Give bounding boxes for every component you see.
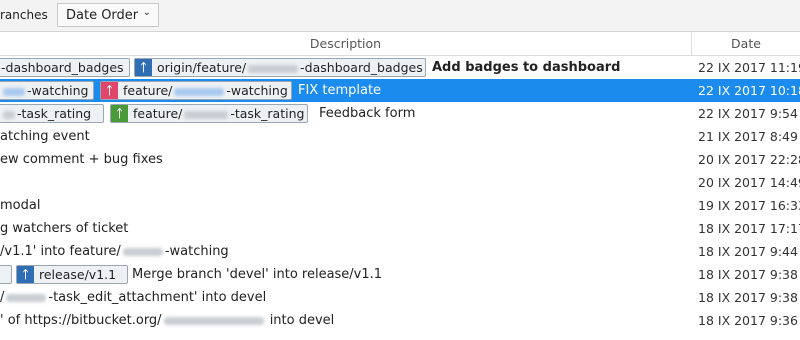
- column-header: Description Date: [0, 32, 800, 56]
- commit-date: 18 IX 2017 9:38: [698, 290, 798, 305]
- commit-row[interactable]: g watchers of ticket 18 IX 2017 17:17: [0, 217, 800, 240]
- commit-row[interactable]: ' of https://bitbucket.org/ into devel 1…: [0, 309, 800, 332]
- feature-branch-name: feature/ -watching: [123, 82, 288, 99]
- commit-row[interactable]: atching event 21 IX 2017 8:49: [0, 125, 800, 148]
- commit-row[interactable]: modal 19 IX 2017 16:33: [0, 194, 800, 217]
- redacted-text: [3, 87, 25, 96]
- commit-message: Feedback form: [319, 106, 416, 121]
- commit-list: -dashboard_badges ᛏ origin/feature/ -dash…: [0, 56, 800, 332]
- branch-prefix: origin/feature/: [157, 60, 247, 75]
- commit-message: atching event: [0, 129, 90, 144]
- message-part: ' of https://bitbucket.org/: [0, 313, 162, 328]
- message-part: into devel: [265, 313, 335, 328]
- branch-name: release/v1.1: [39, 267, 117, 282]
- branch-name: -watching: [1, 82, 88, 99]
- branch-icon: ᛏ: [101, 82, 118, 99]
- message-part: -watching: [164, 244, 229, 259]
- commit-message: ew comment + bug fixes: [0, 152, 163, 167]
- feature-branch-name: feature/ -task_rating: [133, 105, 304, 122]
- branch-name: -dashboard_badges: [1, 60, 124, 75]
- local-branch-tag[interactable]: -watching: [0, 81, 94, 100]
- commit-row[interactable]: / -task_edit_attachment' into devel 18 IX…: [0, 286, 800, 309]
- redacted-text: [3, 110, 15, 119]
- commit-date: 18 IX 2017 17:17: [698, 221, 800, 236]
- commit-row[interactable]: ᛏ release/v1.1 Merge branch 'devel' into…: [0, 263, 800, 286]
- local-branch-tag[interactable]: -task_rating: [0, 104, 104, 123]
- commit-row[interactable]: 20 IX 2017 14:49: [0, 171, 800, 194]
- commit-date: 22 IX 2017 11:19: [698, 60, 800, 75]
- remote-branch-icon: ᛏ: [135, 59, 152, 76]
- message-part: /v1.1' into feature/: [0, 244, 121, 259]
- redacted-text: [174, 87, 225, 96]
- description-column-header[interactable]: Description: [0, 36, 691, 51]
- commit-row[interactable]: ew comment + bug fixes 20 IX 2017 22:28: [0, 148, 800, 171]
- commit-message: g watchers of ticket: [0, 221, 129, 236]
- branches-label[interactable]: ranches: [0, 8, 48, 22]
- commit-message: Add badges to dashboard: [432, 60, 621, 75]
- message-part: /: [0, 290, 5, 305]
- branch-suffix: -task_rating: [17, 106, 92, 121]
- branch-name: -task_rating: [1, 105, 91, 122]
- branch-suffix: -task_rating: [230, 106, 305, 121]
- toolbar: ranches Date Order ⌄: [0, 0, 800, 32]
- redacted-text: [163, 316, 264, 325]
- sort-order-dropdown[interactable]: Date Order ⌄: [57, 3, 159, 27]
- commit-message: ' of https://bitbucket.org/ into devel: [0, 309, 334, 332]
- redacted-text: [6, 293, 47, 302]
- local-branch-tag[interactable]: [0, 265, 12, 284]
- release-branch-tag[interactable]: ᛏ release/v1.1: [16, 265, 128, 284]
- feature-branch-tag[interactable]: ᛏ feature/ -task_rating: [110, 104, 308, 123]
- commit-date: 22 IX 2017 9:54: [698, 106, 798, 121]
- date-column-header[interactable]: Date: [692, 36, 800, 51]
- commit-date: 18 IX 2017 9:38: [698, 267, 798, 282]
- feature-branch-tag[interactable]: ᛏ feature/ -watching: [100, 81, 292, 100]
- commit-message: /v1.1' into feature/ -watching: [0, 240, 229, 263]
- redacted-text: [122, 247, 163, 256]
- branch-suffix: -dashboard_badges: [300, 60, 423, 75]
- sort-order-value: Date Order: [66, 7, 139, 23]
- branch-icon: ᛏ: [111, 105, 128, 122]
- commit-message: FIX template: [298, 83, 382, 98]
- commit-date: 18 IX 2017 9:36: [698, 313, 798, 328]
- branch-prefix: feature/: [133, 106, 183, 121]
- message-part: -task_edit_attachment' into devel: [48, 290, 267, 305]
- commit-date: 21 IX 2017 8:49: [698, 129, 798, 144]
- commit-date: 22 IX 2017 10:18: [698, 83, 800, 98]
- remote-branch-tag[interactable]: ᛏ origin/feature/ -dashboard_badges: [134, 58, 426, 77]
- commit-date: 19 IX 2017 16:33: [698, 198, 800, 213]
- commit-message: Merge branch 'devel' into release/v1.1: [132, 267, 383, 282]
- commit-date: 18 IX 2017 9:44: [698, 244, 798, 259]
- chevron-down-icon: ⌄: [142, 7, 151, 18]
- branch-suffix: -watching: [27, 83, 89, 98]
- commit-message: / -task_edit_attachment' into devel: [0, 286, 266, 309]
- commit-message: modal: [0, 198, 41, 213]
- remote-branch-name: origin/feature/ -dashboard_badges: [157, 59, 423, 76]
- redacted-text: [248, 64, 299, 73]
- commit-row[interactable]: -task_rating ᛏ feature/ -task_rating Feed…: [0, 102, 800, 125]
- commit-row[interactable]: -dashboard_badges ᛏ origin/feature/ -dash…: [0, 56, 800, 79]
- branch-prefix: feature/: [123, 83, 173, 98]
- branch-icon: ᛏ: [17, 266, 34, 283]
- branch-suffix: -watching: [226, 83, 288, 98]
- commit-date: 20 IX 2017 22:28: [698, 152, 800, 167]
- redacted-text: [184, 110, 229, 119]
- commit-row-selected[interactable]: -watching ᛏ feature/ -watching FIX templa…: [0, 79, 800, 102]
- commit-date: 20 IX 2017 14:49: [698, 175, 800, 190]
- commit-row[interactable]: /v1.1' into feature/ -watching 18 IX 2017…: [0, 240, 800, 263]
- local-branch-tag[interactable]: -dashboard_badges: [0, 58, 130, 77]
